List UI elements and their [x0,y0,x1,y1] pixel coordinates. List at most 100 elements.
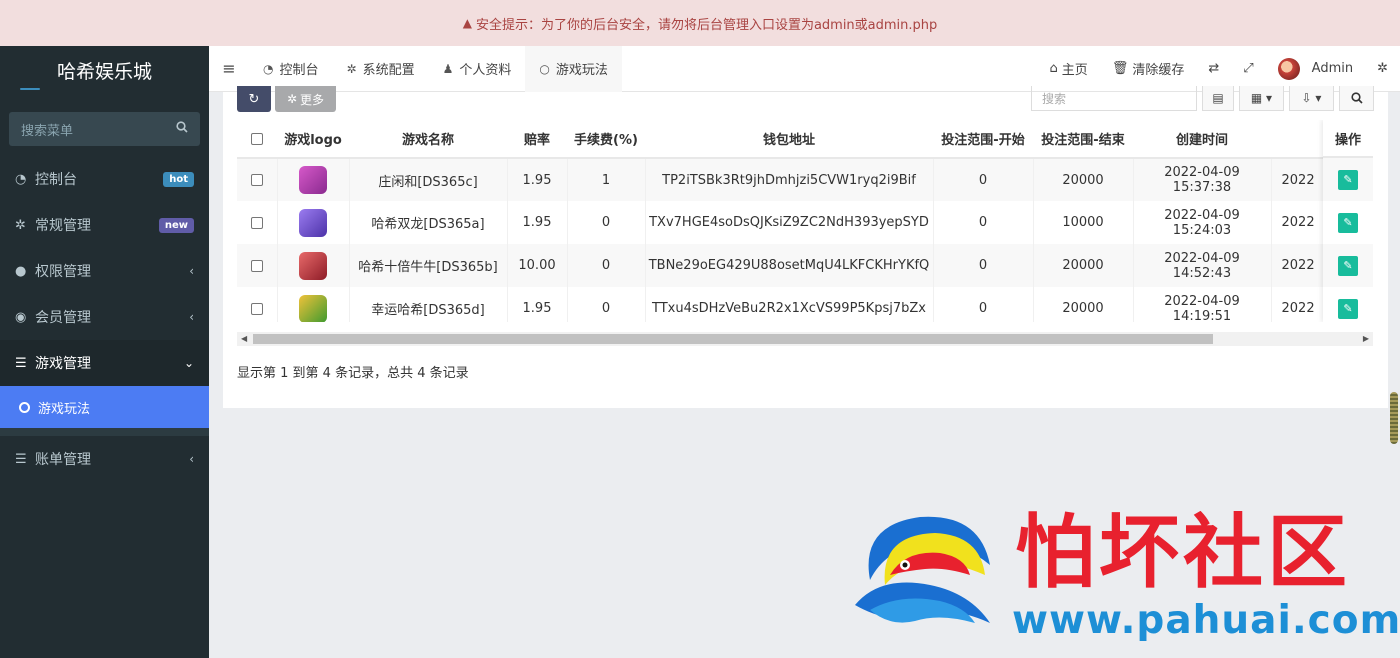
col-header-name[interactable]: 游戏名称 [349,120,507,159]
table-row[interactable]: 庄闲和[DS365c] 1.95 1 TP2iTSBk3Rt9jhDmhjzi5… [237,158,1373,201]
dashboard-icon: ◔ [15,171,27,187]
col-header-bet-min[interactable]: 投注范围-开始 [933,120,1033,159]
sidebar-item-label: 会员管理 [35,310,91,326]
columns-button[interactable]: ▦ ▾ [1239,86,1284,111]
scroll-left-icon[interactable]: ◀ [241,332,247,346]
sidebar-item-members[interactable]: ◉ 会员管理 ‹ [0,294,209,340]
brand-logo[interactable]: 哈希娱乐城 [0,46,209,94]
row-checkbox[interactable] [250,216,263,229]
toggle-view-button[interactable]: ▤ [1202,86,1234,111]
more-button[interactable]: ✲ 更多 [275,86,336,112]
tab-profile[interactable]: ♟ 个人资料 [429,46,526,92]
action-cell: ✎ [1323,244,1373,287]
tab-game-rules[interactable]: ○ 游戏玩法 [525,45,622,92]
gear-icon: ✲ [346,61,357,76]
fullscreen-icon[interactable]: ⤢ [1231,46,1265,92]
sidebar-subitem-game-rules[interactable]: 游戏玩法 [0,386,209,428]
menu-search-placeholder: 搜索菜单 [21,123,74,139]
security-warning-bar: ▲ 安全提示：为了你的后台安全，请勿将后台管理入口设置为admin或admin.… [0,0,1400,46]
toolbar-left: ↻ ✲ 更多 [237,86,336,112]
sidebar-item-games[interactable]: ☰ 游戏管理 ⌄ [0,340,209,386]
scrollbar-thumb[interactable] [253,334,1213,344]
created-time: 2022-04-09 14:19:51 [1133,287,1272,322]
sidebar-item-label: 权限管理 [35,264,91,280]
tab-system-config[interactable]: ✲ 系统配置 [333,46,429,92]
col-header-bet-max[interactable]: 投注范围-结束 [1033,120,1133,159]
sidebar-menu: ◔ 控制台 hot ✲ 常规管理 new ● 权限管理 ‹ ◉ 会员管理 ‹ ☰… [0,156,209,482]
more-label: 更多 [300,92,325,107]
chevron-down-icon: ⌄ [183,356,194,370]
pencil-icon: ✎ [1343,173,1353,186]
menu-search-input[interactable]: 搜索菜单 [9,112,200,146]
sidebar-item-label: 控制台 [35,172,77,188]
fee: 0 [567,201,646,244]
table-row[interactable]: 幸运哈希[DS365d] 1.95 0 TTxu4sDHzVeBu2R2x1Xc… [237,287,1373,322]
col-header-wallet[interactable]: 钱包地址 [645,120,933,159]
sidebar-item-dashboard[interactable]: ◔ 控制台 hot [0,156,209,202]
table-row[interactable]: 哈希双龙[DS365a] 1.95 0 TXv7HGE4soDsQJKsiZ9Z… [237,201,1373,244]
wallet-address: TP2iTSBk3Rt9jhDmhjzi5CVW1ryq2i9Bif [645,158,934,201]
game-logo-icon [299,294,327,322]
cogs-icon: ✲ [15,217,26,233]
table-row[interactable]: 哈希十倍牛牛[DS365b] 10.00 0 TBNe29oEG429U88os… [237,244,1373,287]
col-header-created[interactable]: 创建时间 [1133,120,1271,159]
bet-max: 20000 [1033,244,1134,287]
col-header-odds[interactable]: 赔率 [507,120,567,159]
fee: 0 [567,244,646,287]
horizontal-scrollbar[interactable]: ◀ ▶ [237,332,1373,346]
action-cell: ✎ [1323,201,1373,244]
select-all-cell[interactable] [237,120,277,159]
edit-button[interactable]: ✎ [1338,298,1358,319]
sidebar-item-bills[interactable]: ☰ 账单管理 ‹ [0,436,209,482]
settings-icon[interactable]: ✲ [1365,46,1400,92]
warning-icon: ▲ [462,16,472,30]
row-checkbox[interactable] [250,259,263,272]
sidebar-item-general[interactable]: ✲ 常规管理 new [0,202,209,248]
sidebar-item-label: 账单管理 [35,452,91,468]
edit-button[interactable]: ✎ [1338,255,1358,276]
table-search-placeholder: 搜索 [1042,92,1067,106]
refresh-button[interactable]: ↻ [237,86,271,112]
fish-logo-icon [855,516,990,623]
refresh-icon: ↻ [248,91,260,107]
row-checkbox[interactable] [250,174,263,186]
select-all-checkbox[interactable] [251,132,263,145]
home-icon: ⌂ [1049,61,1058,76]
pencil-icon: ✎ [1343,259,1353,272]
home-link[interactable]: ⌂ 主页 [1038,46,1100,92]
tab-dashboard[interactable]: ◔ 控制台 [249,46,333,92]
user-menu[interactable]: Admin [1266,46,1365,92]
game-name: 哈希十倍牛牛[DS365b] [349,244,508,287]
language-icon[interactable]: ⇄ [1196,46,1231,92]
tab-label: 系统配置 [362,63,415,78]
col-header-actions: 操作 [1323,120,1373,158]
col-header-logo[interactable]: 游戏logo [277,120,349,159]
col-header-fee[interactable]: 手续费(%) [567,120,645,159]
table-search-input[interactable]: 搜索 [1031,86,1197,111]
tab-label: 控制台 [279,63,319,78]
odds: 1.95 [507,287,568,322]
tab-label: 游戏玩法 [555,63,608,78]
edit-button[interactable]: ✎ [1338,169,1358,190]
user-name: Admin [1311,61,1354,76]
edit-button[interactable]: ✎ [1338,212,1358,233]
page-scroll-handle[interactable] [1390,392,1398,444]
menu-toggle-icon[interactable]: ≡ [209,59,249,78]
created-time: 2022-04-09 15:37:38 [1133,158,1272,201]
row-checkbox[interactable] [250,302,263,315]
chevron-left-icon: ‹ [189,310,194,324]
created-time: 2022-04-09 15:24:03 [1133,201,1272,244]
advanced-search-button[interactable] [1339,86,1374,111]
export-button[interactable]: ⇩ ▾ [1289,86,1334,111]
grid-icon: ▦ ▾ [1250,91,1273,105]
scroll-right-icon[interactable]: ▶ [1363,332,1369,346]
card-view-icon: ▤ [1212,91,1224,105]
search-icon[interactable] [176,121,188,137]
game-name: 哈希双龙[DS365a] [349,201,508,244]
sidebar-item-permissions[interactable]: ● 权限管理 ‹ [0,248,209,294]
content-panel: ↻ ✲ 更多 搜索 ▤ ▦ ▾ ⇩ ▾ 游戏logo 游戏名称 赔率 手续费(%… [223,86,1388,408]
table-header-row: 游戏logo 游戏名称 赔率 手续费(%) 钱包地址 投注范围-开始 投注范围-… [237,120,1373,159]
pencil-icon: ✎ [1343,302,1353,315]
clear-cache-button[interactable]: 🗑︎ 清除缓存 [1100,46,1197,92]
odds: 1.95 [507,201,568,244]
